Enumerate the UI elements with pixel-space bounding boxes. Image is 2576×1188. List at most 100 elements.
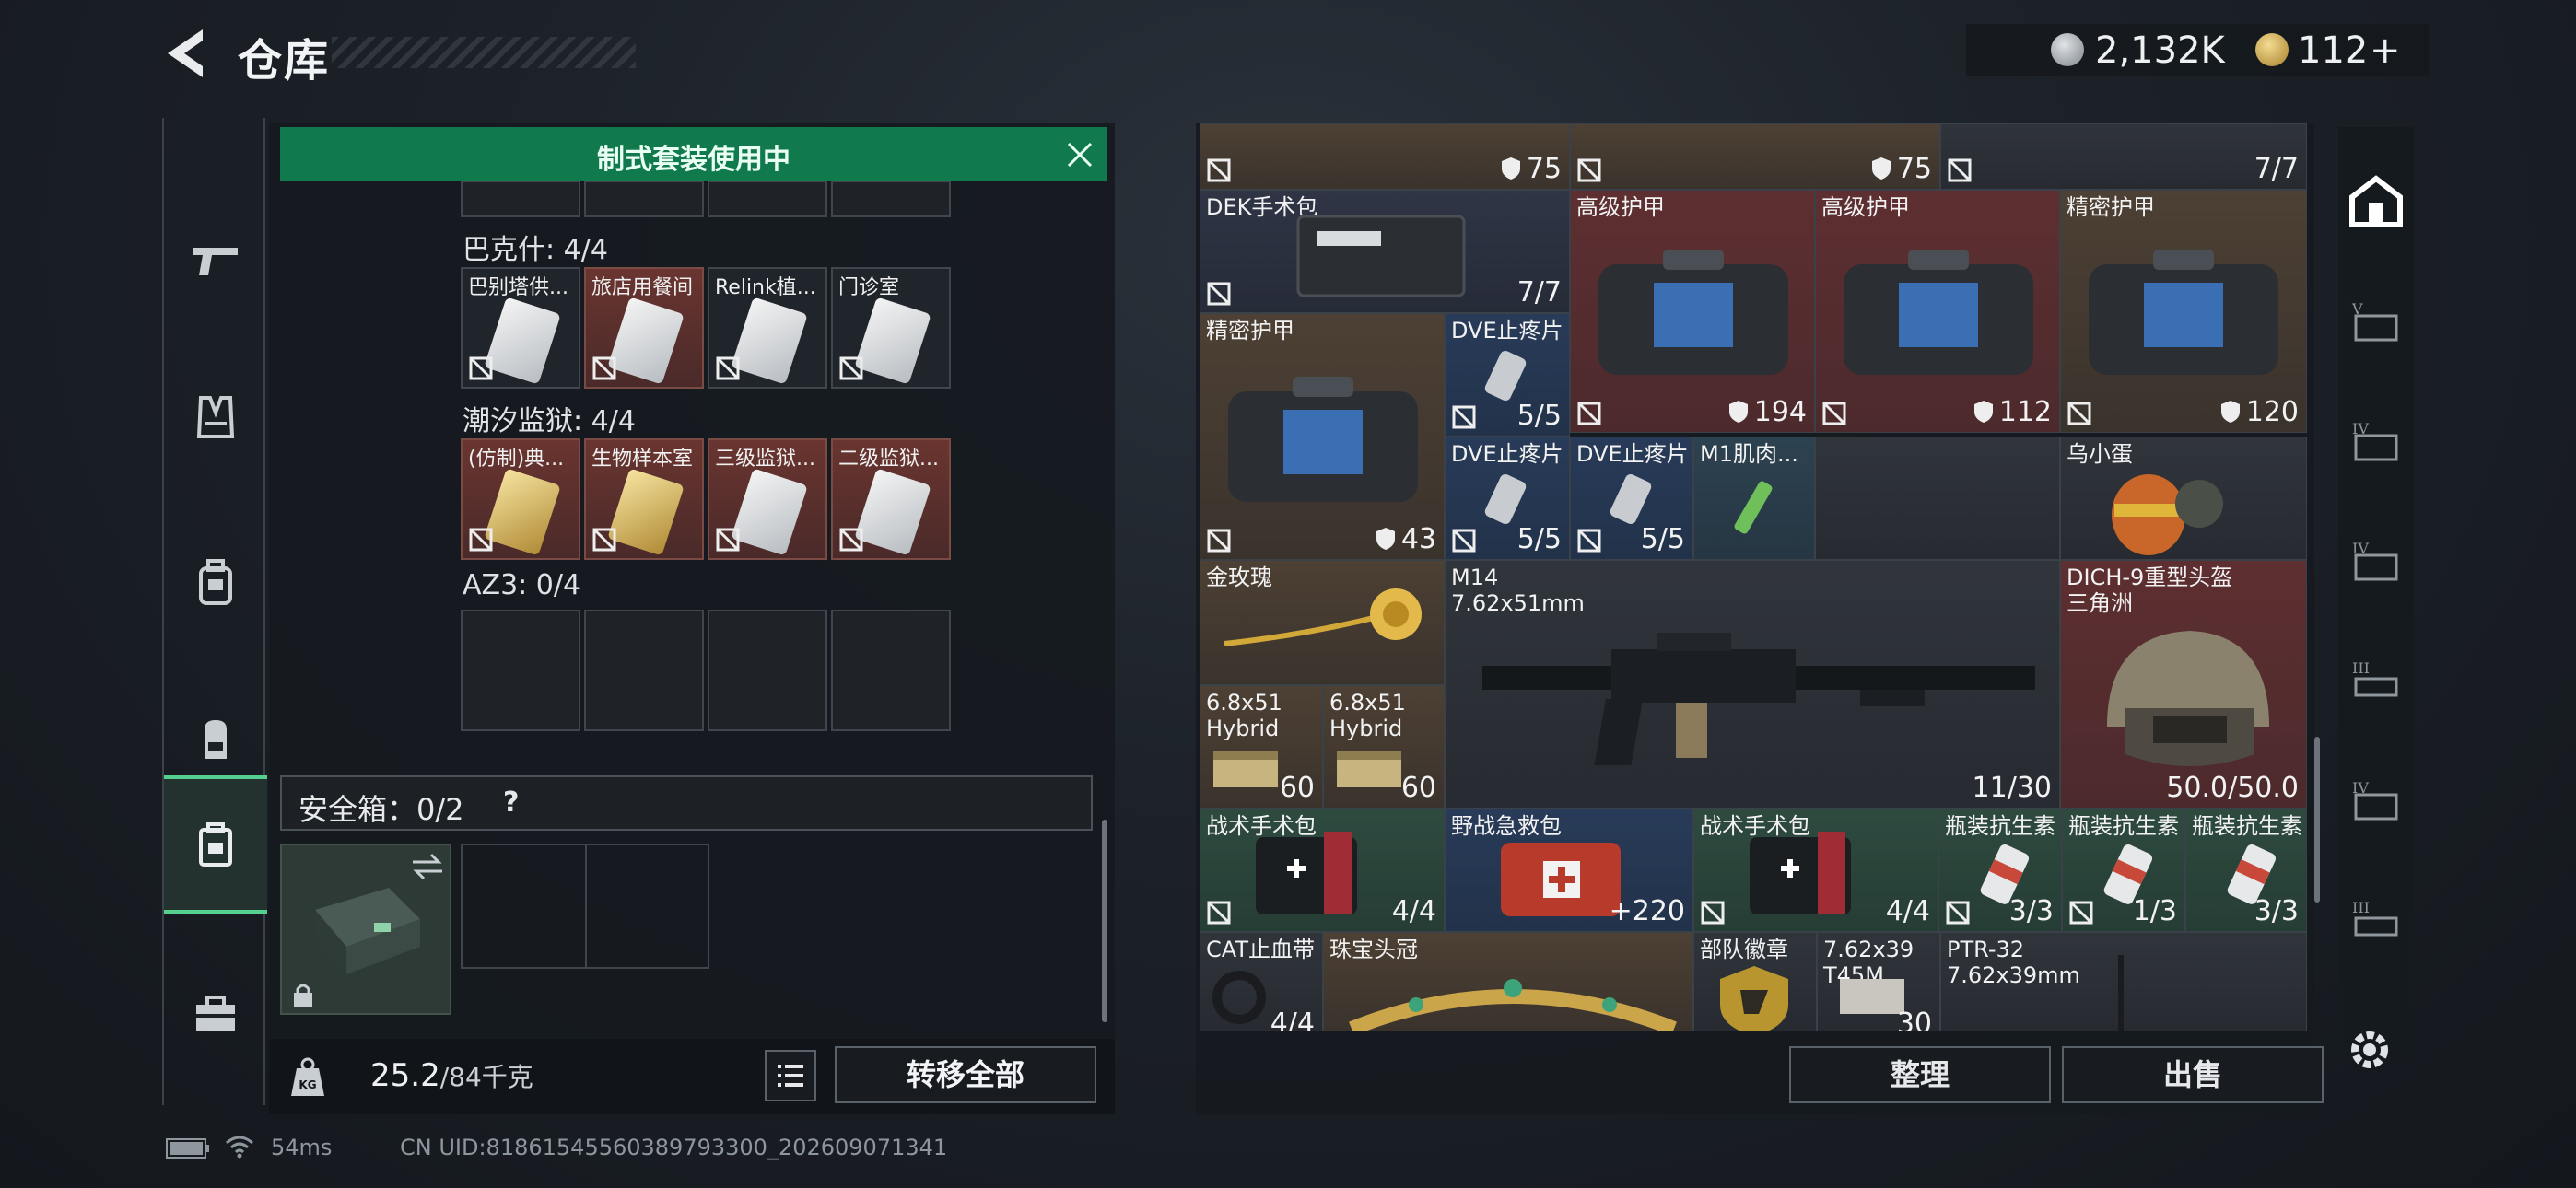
grid-item[interactable]: 75 xyxy=(1200,123,1570,190)
tab-container-iv-b[interactable]: IV xyxy=(2338,523,2414,597)
grid-item[interactable]: 精密护甲 120 xyxy=(2060,190,2307,433)
tier-v-container-icon: V xyxy=(2351,300,2398,342)
grid-item[interactable]: 6.8x51 Hybrid 60 xyxy=(1323,685,1445,809)
grid-item[interactable]: DVE止疼片 5/5 xyxy=(1570,437,1693,560)
scrollbar[interactable] xyxy=(1102,820,1107,1022)
grid-item[interactable]: 高级护甲 112 xyxy=(1815,190,2060,433)
painkiller-icon xyxy=(1484,473,1527,525)
key-card-slot[interactable]: 三级监狱... xyxy=(708,438,827,560)
nav-safe-case[interactable] xyxy=(164,775,267,914)
tab-container-iv-c[interactable]: IV xyxy=(2338,763,2414,836)
item-quantity: 75 xyxy=(1501,153,1562,185)
armor-bag-icon xyxy=(199,559,232,605)
keycard-icon xyxy=(854,468,931,556)
grid-item[interactable]: 6.8x51 Hybrid 60 xyxy=(1200,685,1323,809)
grid-item[interactable]: DVE止疼片 5/5 xyxy=(1445,313,1570,437)
key-card-slot[interactable]: 巴别塔供... xyxy=(461,267,580,389)
key-card-slot[interactable] xyxy=(708,610,827,731)
no-trade-icon xyxy=(1207,158,1231,182)
grid-item[interactable]: M14 7.62x51mm 11/30 xyxy=(1445,560,2060,809)
no-trade-icon xyxy=(1948,158,1972,182)
grid-item[interactable]: PTR-32 7.62x39mm xyxy=(1940,932,2307,1031)
add-currency-button[interactable]: + xyxy=(2370,29,2401,72)
grid-item[interactable]: 瓶装抗生素 3/3 xyxy=(2185,809,2307,932)
grid-item[interactable]: CAT止血带 4/4 xyxy=(1200,932,1323,1031)
grid-item[interactable]: 金玫瑰 xyxy=(1200,560,1445,685)
ammo-type: Hybrid xyxy=(1329,716,1403,741)
scrollbar[interactable] xyxy=(2314,737,2320,903)
key-slot[interactable] xyxy=(461,181,580,217)
toolbox-icon xyxy=(196,996,235,1031)
no-trade-icon xyxy=(1207,901,1231,925)
grid-item[interactable]: 战术手术包 4/4 xyxy=(1200,809,1445,932)
grid-item[interactable]: 乌小蛋 xyxy=(2060,437,2307,560)
nav-weapons[interactable] xyxy=(164,192,267,330)
grid-item[interactable]: DVE止疼片 5/5 xyxy=(1445,437,1570,560)
tab-container-iii-b[interactable]: III xyxy=(2338,882,2414,956)
grid-item[interactable]: 部队徽章 xyxy=(1693,932,1817,1031)
key-slot[interactable] xyxy=(708,181,827,217)
key-slot[interactable] xyxy=(831,181,951,217)
injector-icon xyxy=(1734,481,1773,534)
tier-iv-container-icon: IV xyxy=(2352,779,2398,821)
key-card-slot[interactable] xyxy=(584,610,704,731)
tab-warehouse[interactable] xyxy=(2338,164,2414,238)
armor-shield-icon xyxy=(1376,528,1395,550)
grid-item[interactable]: 瓶装抗生素 1/3 xyxy=(2062,809,2185,932)
nav-armor[interactable] xyxy=(164,514,267,652)
tab-container-iv-a[interactable]: IV xyxy=(2338,403,2414,477)
list-view-button[interactable] xyxy=(765,1050,816,1101)
item-name: 瓶装抗生素 xyxy=(2068,813,2179,839)
item-name: 高级护甲 xyxy=(1576,194,1665,220)
item-name: 精密护甲 xyxy=(2067,194,2155,220)
nav-vest[interactable] xyxy=(164,348,267,486)
grid-item[interactable]: 75 xyxy=(1570,123,1940,190)
transfer-all-button[interactable]: 转移全部 xyxy=(835,1046,1096,1103)
settings-button[interactable] xyxy=(2344,1024,2395,1076)
item-quantity: 4/4 xyxy=(1270,1007,1315,1031)
grid-item[interactable]: 野战急救包 +220 xyxy=(1445,809,1693,932)
sort-button[interactable]: 整理 xyxy=(1789,1046,2051,1103)
tab-container-v[interactable]: V xyxy=(2338,284,2414,357)
grid-item[interactable]: 7/7 xyxy=(1940,123,2307,190)
item-name: 部队徽章 xyxy=(1700,937,1788,962)
key-card-slot[interactable] xyxy=(461,610,580,731)
grid-item[interactable]: 高级护甲 194 xyxy=(1570,190,1815,433)
key-card-slot[interactable] xyxy=(831,610,951,731)
key-card-slot[interactable]: 旅店用餐间 xyxy=(584,267,704,389)
sell-button[interactable]: 出售 xyxy=(2062,1046,2324,1103)
grid-item[interactable]: DEK手术包 7/7 xyxy=(1200,190,1570,313)
swap-icon[interactable] xyxy=(411,853,444,880)
key-card-slot[interactable]: Relink植... xyxy=(708,267,827,389)
item-caliber: 7.62x51mm xyxy=(1451,590,1585,616)
grid-item[interactable]: 瓶装抗生素 3/3 xyxy=(1938,809,2062,932)
armor-bag-icon xyxy=(2089,250,2278,375)
close-icon[interactable] xyxy=(1065,140,1095,169)
help-icon[interactable]: ? xyxy=(503,786,519,819)
safe-box-item[interactable] xyxy=(280,844,451,1015)
vest-icon xyxy=(196,396,235,438)
key-card-slot[interactable]: 生物样本室 xyxy=(584,438,704,560)
svg-text:III: III xyxy=(2352,899,2370,916)
back-button[interactable] xyxy=(162,26,216,81)
item-name: M14 7.62x51mm xyxy=(1451,565,1585,616)
grid-item[interactable]: 珠宝头冠 xyxy=(1323,932,1693,1031)
key-card-slot[interactable]: (仿制)典... xyxy=(461,438,580,560)
key-slot[interactable] xyxy=(584,181,704,217)
tactical-surgical-kit-icon xyxy=(1750,832,1851,914)
grid-empty-cell[interactable] xyxy=(1815,437,2060,560)
no-trade-icon xyxy=(1577,529,1601,553)
tab-container-iii-a[interactable]: III xyxy=(2338,643,2414,716)
key-card-slot[interactable]: 二级监狱... xyxy=(831,438,951,560)
key-card-slot[interactable]: 门诊室 xyxy=(831,267,951,389)
grid-item[interactable]: 精密护甲 43 xyxy=(1200,313,1445,560)
nav-toolbox[interactable] xyxy=(164,945,267,1083)
grid-item[interactable]: DICH-9重型头盔 三角洲 50.0/50.0 xyxy=(2060,560,2307,809)
grid-item[interactable]: 战术手术包 4/4 xyxy=(1693,809,1938,932)
safe-box-slots[interactable] xyxy=(461,844,709,969)
grid-item[interactable]: 7.62x39 T45M 30 xyxy=(1817,932,1940,1031)
grid-item[interactable]: M1肌肉... xyxy=(1693,437,1815,560)
item-quantity: 7/7 xyxy=(1516,276,1562,309)
armor-shield-icon xyxy=(1728,401,1748,423)
item-name: 瓶装抗生素 xyxy=(1945,813,2055,839)
